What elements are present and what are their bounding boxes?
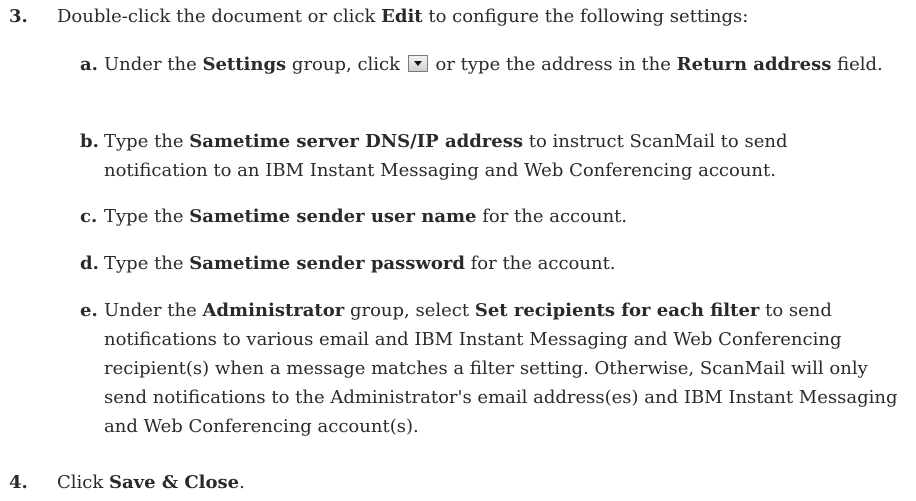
bold-run: Save & Close [109, 472, 240, 493]
text-run: for the account. [476, 206, 628, 227]
substep-letter: a. [80, 54, 98, 75]
text-run: field. [831, 54, 883, 75]
text-run: . [239, 472, 245, 493]
text-run: Type the [104, 131, 190, 152]
substep-text: Under the Administrator group, select Se… [104, 296, 912, 441]
bold-run: Sametime sender password [189, 253, 465, 274]
text-run: Under the [104, 54, 203, 75]
text-run: Under the [104, 300, 203, 321]
substep-text: Type the Sametime sender user name for t… [104, 202, 914, 231]
bold-run: Edit [381, 6, 423, 27]
substep-letter: d. [80, 253, 99, 274]
step-number: 4. [9, 472, 28, 493]
substep-letter: c. [80, 206, 98, 227]
substep-text: Type the Sametime server DNS/IP address … [104, 127, 824, 185]
bold-run: Set recipients for each filter [474, 300, 760, 321]
bold-run: Administrator [202, 300, 345, 321]
step-number: 3. [9, 6, 28, 27]
document-page: 3. Double-click the document or click Ed… [0, 0, 916, 501]
substep-text: Type the Sametime sender password for th… [104, 249, 914, 278]
bold-run: Sametime server DNS/IP address [189, 131, 523, 152]
text-run: for the account. [464, 253, 616, 274]
substep-letter: b. [80, 131, 99, 152]
dropdown-arrow-icon [407, 55, 428, 72]
text-run: Type the [104, 253, 190, 274]
bold-run: Sametime sender user name [189, 206, 477, 227]
text-run: Click [57, 472, 109, 493]
bold-run: Settings [202, 54, 287, 75]
step-text: Double-click the document or click Edit … [57, 2, 748, 31]
text-run: or type the address in the [429, 54, 677, 75]
step-text: Click Save & Close. [57, 468, 245, 497]
substep-text: Under the Settings group, click or type … [104, 50, 904, 79]
text-run: to configure the following settings: [422, 6, 749, 27]
bold-run: Return address [676, 54, 832, 75]
text-run: Type the [104, 206, 190, 227]
text-run: group, click [286, 54, 406, 75]
substep-letter: e. [80, 300, 98, 321]
text-run: group, select [344, 300, 475, 321]
text-run: Double-click the document or click [57, 6, 382, 27]
